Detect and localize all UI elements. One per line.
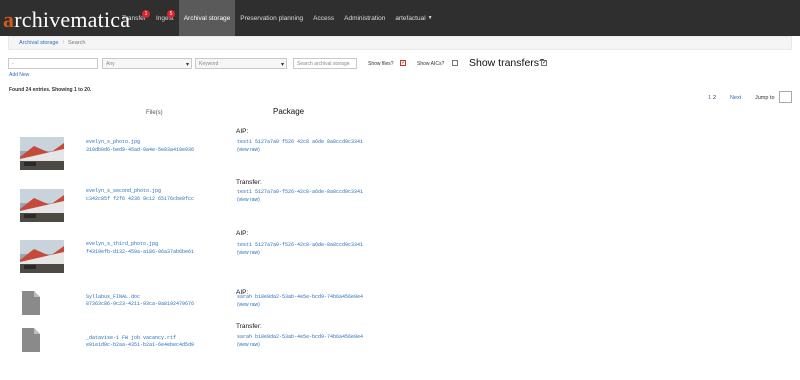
column-header-package: Package — [273, 107, 305, 116]
file-uuid-link[interactable]: 87363c86-9c23-4211-93ca-0a8192479676 — [86, 301, 194, 307]
file-name-link[interactable]: evelyn_s_third_photo.jpg — [86, 241, 158, 247]
nav-transfer[interactable]: Transfer 1 — [117, 0, 151, 36]
nav-ingest[interactable]: Ingest 5 — [151, 0, 179, 36]
view-raw-link[interactable]: (view raw) — [237, 342, 260, 348]
breadcrumb: Archival storage / Search — [8, 36, 792, 50]
file-name-link[interactable]: evelyn_s_second_photo.jpg — [86, 188, 161, 194]
package-name-link[interactable]: sarah b18e0da2-53ab-4e5e-bcd9-74b6a456e9… — [237, 294, 363, 300]
package-name-link[interactable]: test1 5127a7a0-f526-42c8-a6de-8a8ccd9c33… — [237, 242, 363, 248]
view-raw-link[interactable]: (view raw) — [237, 302, 260, 308]
pager-page-1[interactable]: 1 — [708, 95, 711, 101]
search-field-input[interactable]: - — [8, 58, 98, 69]
pager-page-2[interactable]: 2 — [713, 95, 716, 101]
show-transfers-label: Show transfers? — [469, 57, 545, 69]
nav-user-menu[interactable]: artefactual ▼ — [390, 0, 437, 36]
package-type: AIP: — [236, 128, 249, 135]
breadcrumb-archival-storage[interactable]: Archival storage — [19, 40, 58, 46]
package-name-link[interactable]: test1 5127a7a0-f526-42c8-a6de-8a8ccd9c33… — [237, 189, 363, 195]
photo-thumbnail[interactable] — [20, 189, 64, 222]
jump-to-label: Jump to — [755, 95, 775, 101]
archivematica-logo[interactable]: archivematica — [3, 7, 130, 33]
add-new-link[interactable]: Add New — [9, 72, 29, 78]
show-aics-label: Show AICs? — [417, 61, 445, 67]
view-raw-link[interactable]: (view raw) — [237, 250, 260, 256]
photo-thumbnail[interactable] — [20, 240, 64, 273]
package-type: Transfer: — [236, 323, 262, 330]
pager-next[interactable]: Next — [730, 95, 741, 101]
file-name-link[interactable]: _datavise-1 FW job vacancy.rtf — [86, 335, 176, 341]
show-files-label: Show files? — [368, 61, 394, 67]
file-uuid-link[interactable]: e91e1d0c-b2aa-4351-b2a1-6e4ebec4d5d9 — [86, 342, 194, 348]
top-navbar: archivematica Transfer 1 Ingest 5 Archiv… — [0, 0, 800, 36]
show-aics-checkbox[interactable] — [452, 60, 458, 66]
nav-administration[interactable]: Administration — [339, 0, 390, 36]
nav-archival-storage[interactable]: Archival storage — [178, 0, 236, 36]
package-type: AIP: — [236, 230, 249, 237]
main-nav: Transfer 1 Ingest 5 Archival storage Pre… — [117, 0, 438, 36]
photo-thumbnail[interactable] — [20, 137, 64, 170]
file-name-link[interactable]: evelyn_s_photo.jpg — [86, 139, 140, 145]
package-name-link[interactable]: test1 5127a7a0 f526 42c8 a6de 8a8ccd9c33… — [237, 139, 363, 145]
file-uuid-link[interactable]: c342c85f f2f6 4236 9c12 65176cbe0fcc — [86, 196, 194, 202]
file-uuid-link[interactable]: 319db0d6-bed9-45ad-9a4e-5e83a419e936 — [86, 147, 194, 153]
file-uuid-link[interactable]: f4319efb-d132-459a-a186-06a37ab6be61 — [86, 249, 194, 255]
search-input[interactable]: Search archival storage — [293, 58, 357, 69]
results-summary: Found 24 entries. Showing 1 to 20. — [9, 87, 92, 93]
column-header-files: File(s) — [146, 110, 163, 116]
nav-preservation-planning[interactable]: Preservation planning — [235, 0, 308, 36]
ingest-count-badge: 5 — [166, 10, 175, 18]
file-name-link[interactable]: Syllabus_FINAL.doc — [86, 294, 140, 300]
show-transfers-checkbox[interactable] — [541, 59, 547, 66]
type-select[interactable]: Any ▾ — [102, 58, 192, 69]
breadcrumb-separator: / — [62, 40, 64, 46]
package-type: Transfer: — [236, 179, 262, 186]
show-files-checkbox[interactable] — [400, 59, 406, 66]
breadcrumb-current: Search — [67, 40, 86, 46]
nav-access[interactable]: Access — [308, 0, 339, 36]
caret-down-icon: ▼ — [427, 15, 433, 21]
select-arrow-icon: ▾ — [185, 62, 189, 68]
document-icon[interactable] — [22, 291, 40, 315]
view-raw-link[interactable]: (view raw) — [237, 197, 260, 203]
view-raw-link[interactable]: (view raw) — [237, 147, 260, 153]
package-name-link[interactable]: sarah b18e0da2-53ab-4e5e-bcd9-74b6a456e9… — [237, 334, 363, 340]
select-arrow-icon: ▾ — [280, 62, 284, 68]
jump-to-input[interactable] — [779, 91, 792, 103]
document-icon[interactable] — [22, 328, 40, 352]
keyword-select[interactable]: Keyword ▾ — [195, 58, 287, 69]
transfer-count-badge: 1 — [142, 10, 150, 18]
